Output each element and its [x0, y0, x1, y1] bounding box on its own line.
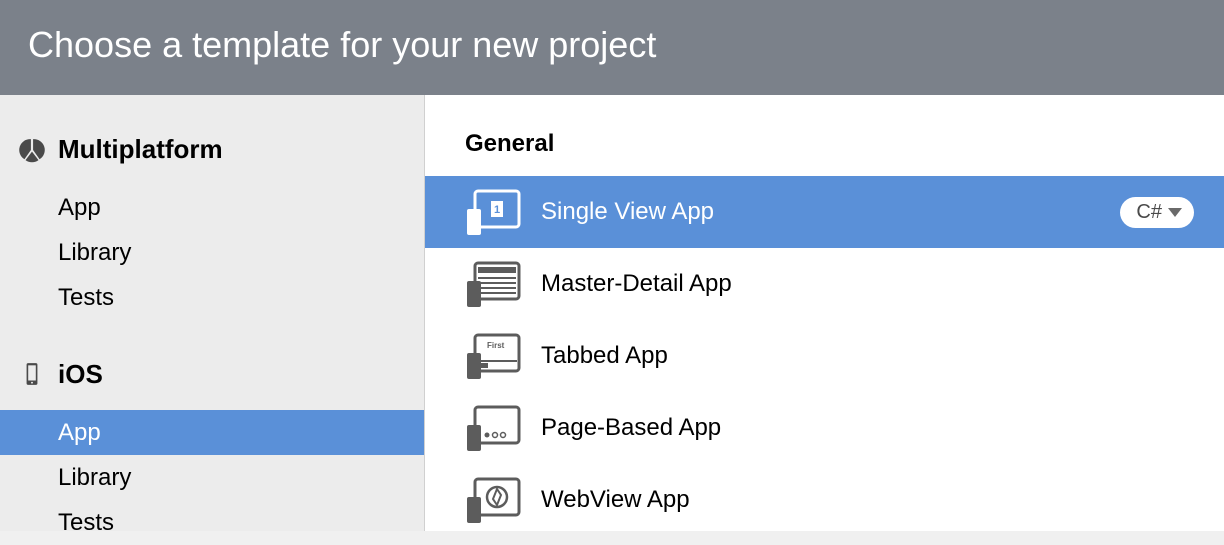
sidebar-item-ios-library[interactable]: Library [0, 455, 424, 500]
sidebar-category-label: iOS [58, 359, 103, 390]
dialog-header: Choose a template for your new project [0, 0, 1224, 95]
language-selector[interactable]: C# [1120, 197, 1194, 228]
template-tabbed-app[interactable]: First Tabbed App [425, 320, 1224, 392]
template-label: Tabbed App [541, 342, 1194, 370]
page-based-app-icon [465, 403, 521, 453]
sidebar-item-label: Tests [58, 509, 114, 536]
sidebar-category-ios[interactable]: iOS [0, 355, 424, 394]
svg-text:1: 1 [494, 204, 500, 216]
sidebar-item-multiplatform-tests[interactable]: Tests [0, 275, 424, 320]
dialog-title: Choose a template for your new project [28, 24, 656, 66]
master-detail-app-icon [465, 259, 521, 309]
template-label: Master-Detail App [541, 270, 1194, 298]
sidebar-category-label: Multiplatform [58, 134, 223, 165]
sidebar-category-multiplatform[interactable]: Multiplatform [0, 130, 424, 169]
tabbed-app-icon: First [465, 331, 521, 381]
template-webview-app[interactable]: WebView App [425, 464, 1224, 536]
sidebar-item-label: App [58, 419, 101, 446]
template-single-view-app[interactable]: 1 Single View App C# [425, 176, 1224, 248]
sidebar-item-label: Library [58, 239, 131, 266]
sidebar-item-multiplatform-library[interactable]: Library [0, 230, 424, 275]
sidebar-item-label: App [58, 194, 101, 221]
svg-text:First: First [487, 341, 505, 350]
language-label: C# [1136, 201, 1162, 224]
webview-app-icon [465, 475, 521, 525]
template-label: Page-Based App [541, 414, 1194, 442]
content-area: Multiplatform App Library Tests iOS [0, 95, 1224, 531]
template-label: Single View App [541, 198, 1100, 226]
phone-icon [18, 360, 46, 388]
sidebar-item-label: Tests [58, 284, 114, 311]
template-label: WebView App [541, 486, 1194, 514]
sidebar: Multiplatform App Library Tests iOS [0, 95, 425, 531]
sidebar-item-label: Library [58, 464, 131, 491]
pie-icon [18, 136, 46, 164]
main-panel: General 1 Single View App C# [425, 95, 1224, 531]
sidebar-item-multiplatform-app[interactable]: App [0, 185, 424, 230]
template-master-detail-app[interactable]: Master-Detail App [425, 248, 1224, 320]
sidebar-item-ios-tests[interactable]: Tests [0, 500, 424, 545]
template-page-based-app[interactable]: Page-Based App [425, 392, 1224, 464]
chevron-down-icon [1168, 208, 1182, 217]
section-title: General [425, 130, 1224, 176]
sidebar-item-ios-app[interactable]: App [0, 410, 424, 455]
single-view-app-icon: 1 [465, 187, 521, 237]
